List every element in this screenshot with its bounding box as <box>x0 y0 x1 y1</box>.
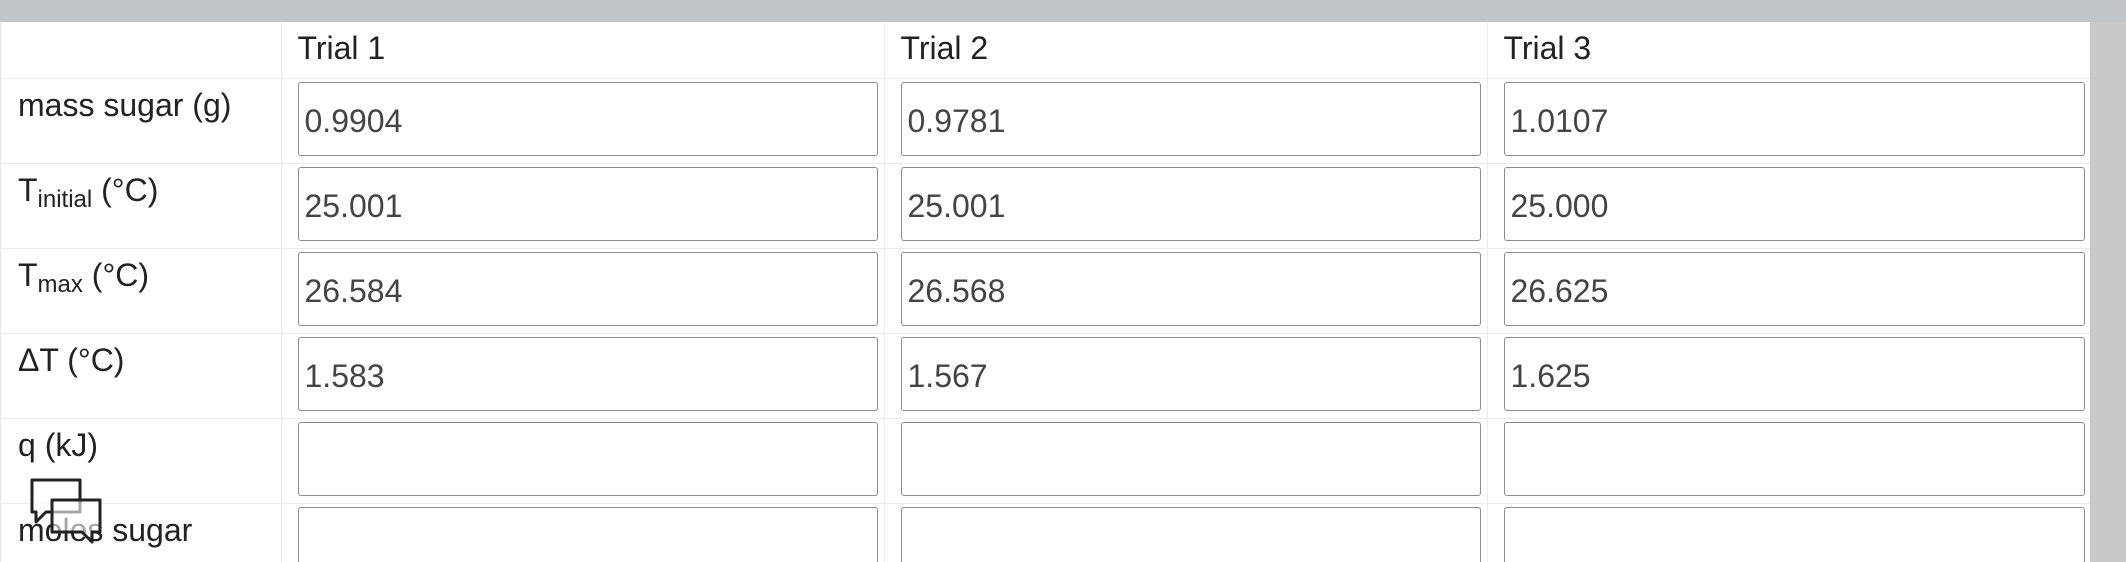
delta-t-trial-1-input[interactable] <box>297 336 878 411</box>
header-trial-2: Trial 2 <box>884 22 1488 79</box>
t-initial-trial-2-input[interactable] <box>900 166 1481 241</box>
moles-sugar-trial-3-input[interactable] <box>1503 506 2085 562</box>
table-row-moles-sugar: moles sugar <box>1 503 2090 562</box>
chat-bubbles-icon[interactable] <box>30 478 102 548</box>
moles-sugar-trial-2-input[interactable] <box>900 506 1481 562</box>
label-t-unit: (°C) <box>92 171 159 208</box>
table-row-mass-sugar: mass sugar (g) <box>1 78 2090 164</box>
header-trial-3: Trial 3 <box>1487 22 2090 79</box>
t-initial-trial-1-input[interactable] <box>297 166 878 241</box>
q-trial-1-input[interactable] <box>297 421 878 496</box>
row-label-mass-sugar: mass sugar (g) <box>1 78 282 164</box>
header-blank <box>1 22 282 79</box>
header-trial-1: Trial 1 <box>281 22 885 79</box>
table-row-t-max: Tmax (°C) <box>1 248 2090 334</box>
label-t-subscript: max <box>37 270 83 298</box>
delta-t-trial-2-input[interactable] <box>900 336 1481 411</box>
row-label-delta-t: ΔT (°C) <box>1 333 282 419</box>
vertical-scrollbar[interactable] <box>2090 22 2126 562</box>
table-header-row: Trial 1 Trial 2 Trial 3 <box>1 22 2090 79</box>
table-row-t-initial: Tinitial (°C) <box>1 163 2090 249</box>
t-max-trial-3-input[interactable] <box>1503 251 2085 326</box>
q-trial-2-input[interactable] <box>900 421 1481 496</box>
mass-sugar-trial-2-input[interactable] <box>900 81 1481 156</box>
label-t-subscript: initial <box>37 185 93 213</box>
label-t-main: T <box>18 171 38 208</box>
browser-top-bar <box>0 0 2126 22</box>
label-t-main: T <box>18 256 38 293</box>
table-row-q: q (kJ) <box>1 418 2090 504</box>
mass-sugar-trial-1-input[interactable] <box>297 81 878 156</box>
mass-sugar-trial-3-input[interactable] <box>1503 81 2085 156</box>
label-t-unit: (°C) <box>82 256 149 293</box>
moles-sugar-trial-1-input[interactable] <box>297 506 878 562</box>
table-row-delta-t: ΔT (°C) <box>1 333 2090 419</box>
data-table-container: Trial 1 Trial 2 Trial 3 mass sugar (g) T… <box>0 22 2090 562</box>
trial-data-table: Trial 1 Trial 2 Trial 3 mass sugar (g) T… <box>1 22 2090 562</box>
row-label-t-initial: Tinitial (°C) <box>1 163 282 249</box>
t-max-trial-2-input[interactable] <box>900 251 1481 326</box>
delta-t-trial-3-input[interactable] <box>1503 336 2085 411</box>
t-initial-trial-3-input[interactable] <box>1503 166 2085 241</box>
q-trial-3-input[interactable] <box>1503 421 2085 496</box>
row-label-t-max: Tmax (°C) <box>1 248 282 334</box>
t-max-trial-1-input[interactable] <box>297 251 878 326</box>
